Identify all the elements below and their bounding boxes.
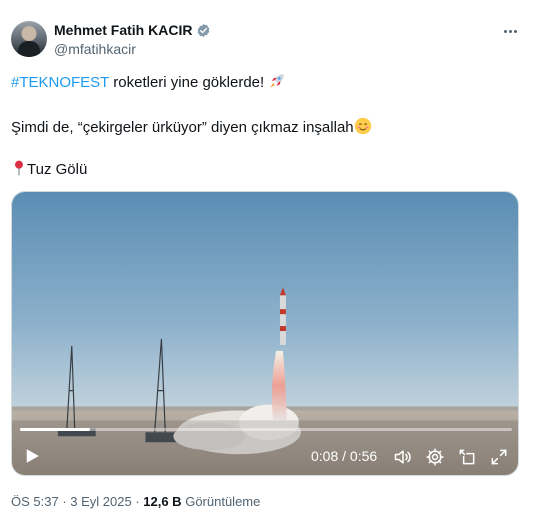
play-icon[interactable]: [23, 447, 41, 465]
location-text: Tuz Gölü: [27, 161, 88, 178]
tweet-line-3: Tuz Gölü: [11, 159, 87, 180]
verified-badge-icon: [198, 23, 210, 37]
more-options-icon[interactable]: [500, 22, 520, 40]
video-progress-bar[interactable]: [20, 428, 512, 431]
tweet-line-2: Şimdi de, “çekirgeler ürküyor” diyen çık…: [11, 117, 372, 138]
pin-icon: [15, 160, 23, 176]
meta-separator: ·: [58, 494, 71, 509]
smiling-face-icon: [354, 117, 371, 135]
meta-separator: ·: [131, 494, 144, 509]
tweet-meta: ÖS 5:37 · 3 Eyl 2025 · 12,6 B Görüntülem…: [11, 494, 260, 509]
views-count: 12,6 B: [143, 494, 182, 509]
video-player[interactable]: 0:08 / 0:56: [11, 191, 519, 476]
video-progress-fill: [20, 428, 91, 431]
volume-icon[interactable]: [393, 447, 413, 467]
views-label: Görüntüleme: [185, 494, 261, 509]
video-time: 0:08 / 0:56: [311, 448, 378, 464]
tweet-line-2-text: Şimdi de, “çekirgeler ürküyor” diyen çık…: [11, 119, 354, 136]
tweet-line-1: #TEKNOFEST roketleri yine göklerde!: [11, 72, 286, 93]
tweet-date[interactable]: 3 Eyl 2025: [70, 494, 131, 509]
tweet-time[interactable]: ÖS 5:37: [11, 494, 59, 509]
author-name-row: Mehmet Fatih KACIR: [54, 22, 211, 38]
video-frame: [12, 192, 518, 475]
author-handle[interactable]: @mfatihkacir: [54, 41, 136, 57]
tweet-card: Mehmet Fatih KACIR @mfatihkacir #TEKNOFE…: [0, 0, 549, 522]
tweet-line-1-text: roketleri yine göklerde!: [109, 74, 269, 91]
pip-icon[interactable]: [457, 447, 477, 467]
rocket-icon: [270, 74, 285, 88]
avatar[interactable]: [11, 21, 47, 57]
settings-icon[interactable]: [425, 447, 445, 467]
hashtag-link[interactable]: #TEKNOFEST: [11, 74, 109, 91]
fullscreen-icon[interactable]: [489, 447, 509, 467]
author-display-name[interactable]: Mehmet Fatih KACIR: [54, 22, 192, 38]
